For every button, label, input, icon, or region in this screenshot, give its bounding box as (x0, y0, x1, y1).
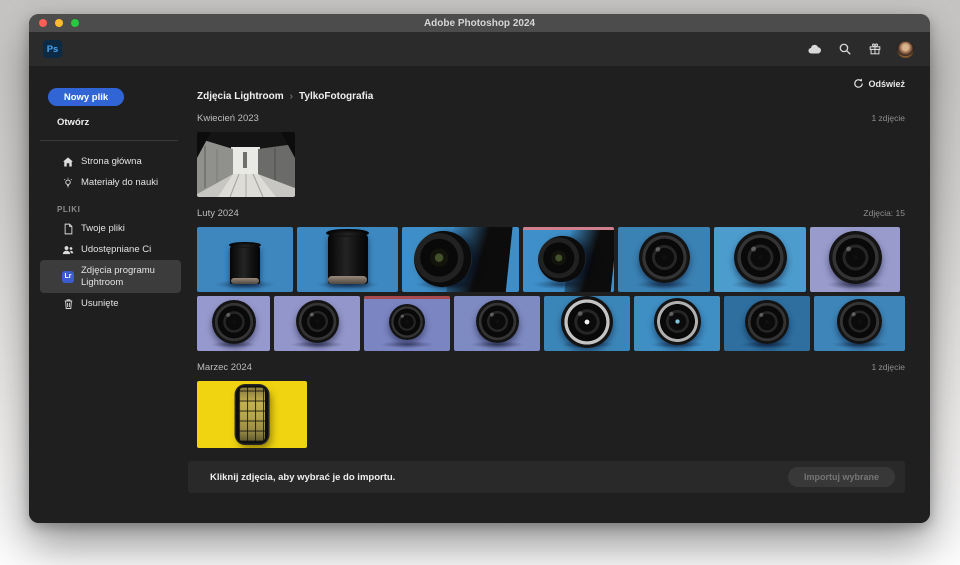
photo-sections: Kwiecień 2023 1 zdjęcie Luty 2024 Zdjęcia: … (197, 102, 905, 448)
sidebar-item-deleted[interactable]: Usunięte (40, 293, 189, 314)
photo-row (197, 132, 905, 197)
section-title: Marzec 2024 (197, 362, 252, 373)
document-icon (62, 223, 74, 235)
photoshop-logo: Ps (43, 40, 62, 58)
photo-thumbnail-front[interactable] (634, 296, 720, 351)
photo-thumbnail-angled[interactable] (523, 227, 614, 292)
photo-thumbnail-angled[interactable] (402, 227, 519, 292)
sidebar-item-home[interactable]: Strona główna (40, 151, 189, 172)
photo-thumbnail-front[interactable] (724, 296, 810, 351)
macos-titlebar: Adobe Photoshop 2024 (29, 14, 930, 32)
photo-thumbnail-front[interactable] (714, 227, 806, 292)
files-section-label: PLIKI (57, 205, 189, 214)
phone-in-photo (236, 385, 268, 444)
section-photo-count: 1 zdjęcie (871, 362, 905, 372)
section-title: Luty 2024 (197, 208, 239, 219)
import-selected-button[interactable]: Importuj wybrane (788, 467, 895, 487)
cloud-icon[interactable] (807, 42, 822, 57)
photo-thumbnail-front[interactable] (197, 296, 270, 351)
lightbulb-icon (62, 177, 74, 189)
section-title: Kwiecień 2023 (197, 113, 259, 124)
photo-thumbnail-front[interactable] (814, 296, 905, 351)
sidebar-item-label: Udostępniane Ci (81, 244, 151, 256)
home-icon (62, 156, 74, 168)
photo-thumbnail-front[interactable] (618, 227, 710, 292)
photo-row (197, 227, 905, 292)
photo-thumbnail-front[interactable] (364, 296, 450, 351)
photo-thumbnail-tunnel[interactable] (197, 132, 295, 197)
photo-thumbnail-standing[interactable] (197, 227, 293, 292)
sidebar-item-label: Strona główna (81, 156, 142, 168)
breadcrumb-album[interactable]: TylkoFotografia (299, 91, 373, 102)
sidebar-item-your-files[interactable]: Twoje pliki (40, 218, 189, 239)
people-icon (62, 244, 74, 256)
close-button[interactable] (39, 19, 47, 27)
app-header: Ps (29, 32, 930, 66)
main-content: Odśwież Zdjęcia Lightroom › TylkoFotogra… (189, 66, 930, 523)
open-button[interactable]: Otwórz (57, 117, 189, 128)
refresh-icon (853, 78, 864, 89)
sidebar: Nowy plik Otwórz Strona główna Materiały… (29, 66, 189, 523)
refresh-button[interactable]: Odśwież (853, 78, 905, 89)
zoom-button[interactable] (71, 19, 79, 27)
photo-thumbnail-phone[interactable] (197, 381, 307, 448)
breadcrumb-separator: › (290, 91, 293, 102)
sidebar-divider (40, 140, 178, 141)
photo-thumbnail-standing[interactable] (297, 227, 398, 292)
photo-row (197, 296, 905, 351)
breadcrumb: Zdjęcia Lightroom › TylkoFotografia (197, 91, 905, 102)
photo-thumbnail-front[interactable] (274, 296, 360, 351)
trash-icon (62, 298, 74, 310)
import-hint-text: Kliknij zdjęcia, aby wybrać je do import… (210, 472, 395, 483)
import-bar: Kliknij zdjęcia, aby wybrać je do import… (188, 461, 905, 493)
sidebar-item-lightroom-photos[interactable]: Lr Zdjęcia programu Lightroom (40, 260, 181, 293)
section-photo-count: Zdjęcia: 15 (863, 208, 905, 218)
photo-row (197, 381, 905, 448)
photo-section: Marzec 2024 1 zdjęcie (197, 362, 905, 448)
photo-thumbnail-front[interactable] (810, 227, 900, 292)
photo-thumbnail-front[interactable] (544, 296, 630, 351)
sidebar-item-label: Materiały do nauki (81, 177, 158, 189)
photo-section: Kwiecień 2023 1 zdjęcie (197, 113, 905, 197)
sidebar-item-label: Twoje pliki (81, 223, 125, 235)
photo-section: Luty 2024 Zdjęcia: 15 (197, 208, 905, 351)
sidebar-item-learn[interactable]: Materiały do nauki (40, 172, 189, 193)
sidebar-item-label: Zdjęcia programu Lightroom (81, 265, 175, 289)
window-title: Adobe Photoshop 2024 (29, 18, 930, 29)
breadcrumb-lightroom-photos[interactable]: Zdjęcia Lightroom (197, 91, 284, 102)
new-file-button[interactable]: Nowy plik (48, 88, 124, 106)
minimize-button[interactable] (55, 19, 63, 27)
section-photo-count: 1 zdjęcie (871, 113, 905, 123)
sidebar-item-label: Usunięte (81, 298, 119, 310)
lightroom-icon: Lr (62, 271, 74, 283)
photo-thumbnail-front[interactable] (454, 296, 540, 351)
app-window: Adobe Photoshop 2024 Ps Nowy pl (29, 14, 930, 523)
search-icon[interactable] (837, 42, 852, 57)
sidebar-item-shared[interactable]: Udostępniane Ci (40, 239, 189, 260)
user-avatar[interactable] (897, 41, 914, 58)
gift-icon[interactable] (867, 42, 882, 57)
